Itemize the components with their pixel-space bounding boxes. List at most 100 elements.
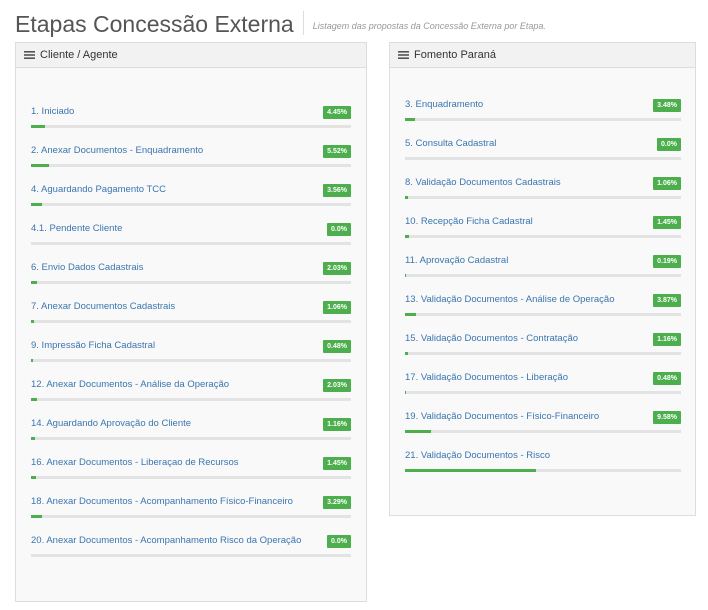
- progress-fill: [31, 203, 43, 206]
- stage-link[interactable]: 2. Anexar Documentos - Enquadramento: [31, 144, 203, 158]
- title-divider: [302, 11, 304, 35]
- stage-item: 5. Consulta Cadastral 0.0%: [405, 137, 681, 167]
- stage-link[interactable]: 8. Validação Documentos Cadastrais: [405, 176, 561, 190]
- stage-link[interactable]: 4.1. Pendente Cliente: [31, 222, 122, 236]
- stage-link[interactable]: 11. Aprovação Cadastral: [405, 254, 508, 268]
- list-icon: [24, 51, 35, 59]
- progress-bar: [405, 157, 681, 160]
- percent-badge: 3.29%: [323, 496, 351, 509]
- progress-fill: [405, 352, 409, 355]
- progress-fill: [405, 469, 536, 472]
- percent-badge: 1.16%: [323, 418, 351, 431]
- stage-link[interactable]: 16. Anexar Documentos - Liberaçao de Rec…: [31, 456, 239, 470]
- stage-item: 20. Anexar Documentos - Acompanhamento R…: [31, 534, 351, 564]
- progress-fill: [405, 313, 416, 316]
- percent-badge: 0.48%: [323, 340, 351, 353]
- progress-bar: [405, 469, 681, 472]
- stage-item: 19. Validação Documentos - Físico-Financ…: [405, 410, 681, 440]
- progress-fill: [405, 430, 432, 433]
- stage-item: 4.1. Pendente Cliente 0.0%: [31, 222, 351, 252]
- progress-fill: [31, 164, 49, 167]
- progress-bar: [31, 281, 351, 284]
- stage-link[interactable]: 21. Validação Documentos - Risco: [405, 449, 550, 463]
- stage-link[interactable]: 12. Anexar Documentos - Análise da Opera…: [31, 378, 229, 392]
- progress-bar: [31, 398, 351, 401]
- panel-heading: Fomento Paraná: [390, 43, 695, 68]
- progress-bar: [31, 320, 351, 323]
- stage-link[interactable]: 10. Recepção Ficha Cadastral: [405, 215, 533, 229]
- progress-bar: [31, 554, 351, 557]
- stage-link[interactable]: 19. Validação Documentos - Físico-Financ…: [405, 410, 599, 424]
- stage-link[interactable]: 14. Aguardando Aprovação do Cliente: [31, 417, 191, 431]
- stage-item: 11. Aprovação Cadastral 0.19%: [405, 254, 681, 284]
- progress-bar: [31, 515, 351, 518]
- stage-item: 1. Iniciado 4.45%: [31, 105, 351, 135]
- percent-badge: 5.52%: [323, 145, 351, 158]
- percent-badge: 0.0%: [657, 138, 681, 151]
- progress-bar: [31, 359, 351, 362]
- progress-fill: [405, 274, 406, 277]
- percent-badge: 0.48%: [653, 372, 681, 385]
- progress-fill: [31, 281, 38, 284]
- stage-item: 7. Anexar Documentos Cadastrais 1.06%: [31, 300, 351, 330]
- progress-bar: [31, 476, 351, 479]
- progress-fill: [405, 196, 408, 199]
- stage-item: 12. Anexar Documentos - Análise da Opera…: [31, 378, 351, 408]
- stage-item: 21. Validação Documentos - Risco: [405, 449, 681, 479]
- percent-badge: 3.48%: [653, 99, 681, 112]
- stage-link[interactable]: 3. Enquadramento: [405, 98, 483, 112]
- stage-link[interactable]: 9. Impressão Ficha Cadastral: [31, 339, 155, 353]
- panel-title: Fomento Paraná: [414, 49, 496, 61]
- stage-item: 14. Aguardando Aprovação do Cliente 1.16%: [31, 417, 351, 447]
- stage-item: 15. Validação Documentos - Contratação 1.…: [405, 332, 681, 362]
- progress-fill: [31, 476, 36, 479]
- stage-link[interactable]: 1. Iniciado: [31, 105, 74, 119]
- percent-badge: 1.16%: [653, 333, 681, 346]
- progress-fill: [405, 118, 415, 121]
- stage-link[interactable]: 20. Anexar Documentos - Acompanhamento R…: [31, 534, 301, 548]
- stage-item: 16. Anexar Documentos - Liberaçao de Rec…: [31, 456, 351, 486]
- stage-link[interactable]: 6. Envio Dados Cadastrais: [31, 261, 143, 275]
- percent-badge: 0.0%: [327, 535, 351, 548]
- stage-link[interactable]: 7. Anexar Documentos Cadastrais: [31, 300, 175, 314]
- progress-fill: [31, 359, 33, 362]
- panel-heading: Cliente / Agente: [16, 43, 366, 68]
- percent-badge: 4.45%: [323, 106, 351, 119]
- stage-link[interactable]: 5. Consulta Cadastral: [405, 137, 496, 151]
- progress-fill: [31, 437, 35, 440]
- panel-fomento-parana: Fomento Paraná 3. Enquadramento 3.48% 5. C…: [389, 42, 696, 516]
- stage-item: 9. Impressão Ficha Cadastral 0.48%: [31, 339, 351, 369]
- stage-item: 18. Anexar Documentos - Acompanhamento F…: [31, 495, 351, 525]
- stage-item: 10. Recepção Ficha Cadastral 1.45%: [405, 215, 681, 245]
- list-icon: [398, 51, 409, 59]
- stage-item: 13. Validação Documentos - Análise de Op…: [405, 293, 681, 323]
- percent-badge: 3.56%: [323, 184, 351, 197]
- progress-bar: [405, 391, 681, 394]
- percent-badge: 3.87%: [653, 294, 681, 307]
- page-subtitle: Listagem das propostas da Concessão Exte…: [312, 21, 546, 31]
- percent-badge: 0.0%: [327, 223, 351, 236]
- page-title: Etapas Concessão Externa: [15, 11, 294, 37]
- progress-bar: [31, 125, 351, 128]
- progress-fill: [31, 398, 38, 401]
- stage-item: 8. Validação Documentos Cadastrais 1.06%: [405, 176, 681, 206]
- panel-cliente-agente: Cliente / Agente 1. Iniciado 4.45% 2. Anex…: [15, 42, 367, 602]
- stage-link[interactable]: 4. Aguardando Pagamento TCC: [31, 183, 166, 197]
- progress-fill: [405, 235, 409, 238]
- percent-badge: 1.06%: [653, 177, 681, 190]
- progress-bar: [405, 274, 681, 277]
- stage-item: 17. Validação Documentos - Liberação 0.48…: [405, 371, 681, 401]
- stage-item: 3. Enquadramento 3.48%: [405, 98, 681, 128]
- stage-link[interactable]: 13. Validação Documentos - Análise de Op…: [405, 293, 614, 307]
- progress-bar: [405, 430, 681, 433]
- stage-link[interactable]: 15. Validação Documentos - Contratação: [405, 332, 578, 346]
- percent-badge: 1.45%: [653, 216, 681, 229]
- progress-fill: [31, 320, 35, 323]
- stage-link[interactable]: 18. Anexar Documentos - Acompanhamento F…: [31, 495, 293, 509]
- percent-badge: 9.58%: [653, 411, 681, 424]
- percent-badge: 0.19%: [653, 255, 681, 268]
- stage-item: 4. Aguardando Pagamento TCC 3.56%: [31, 183, 351, 213]
- percent-badge: 1.06%: [323, 301, 351, 314]
- stage-link[interactable]: 17. Validação Documentos - Liberação: [405, 371, 568, 385]
- progress-fill: [31, 515, 42, 518]
